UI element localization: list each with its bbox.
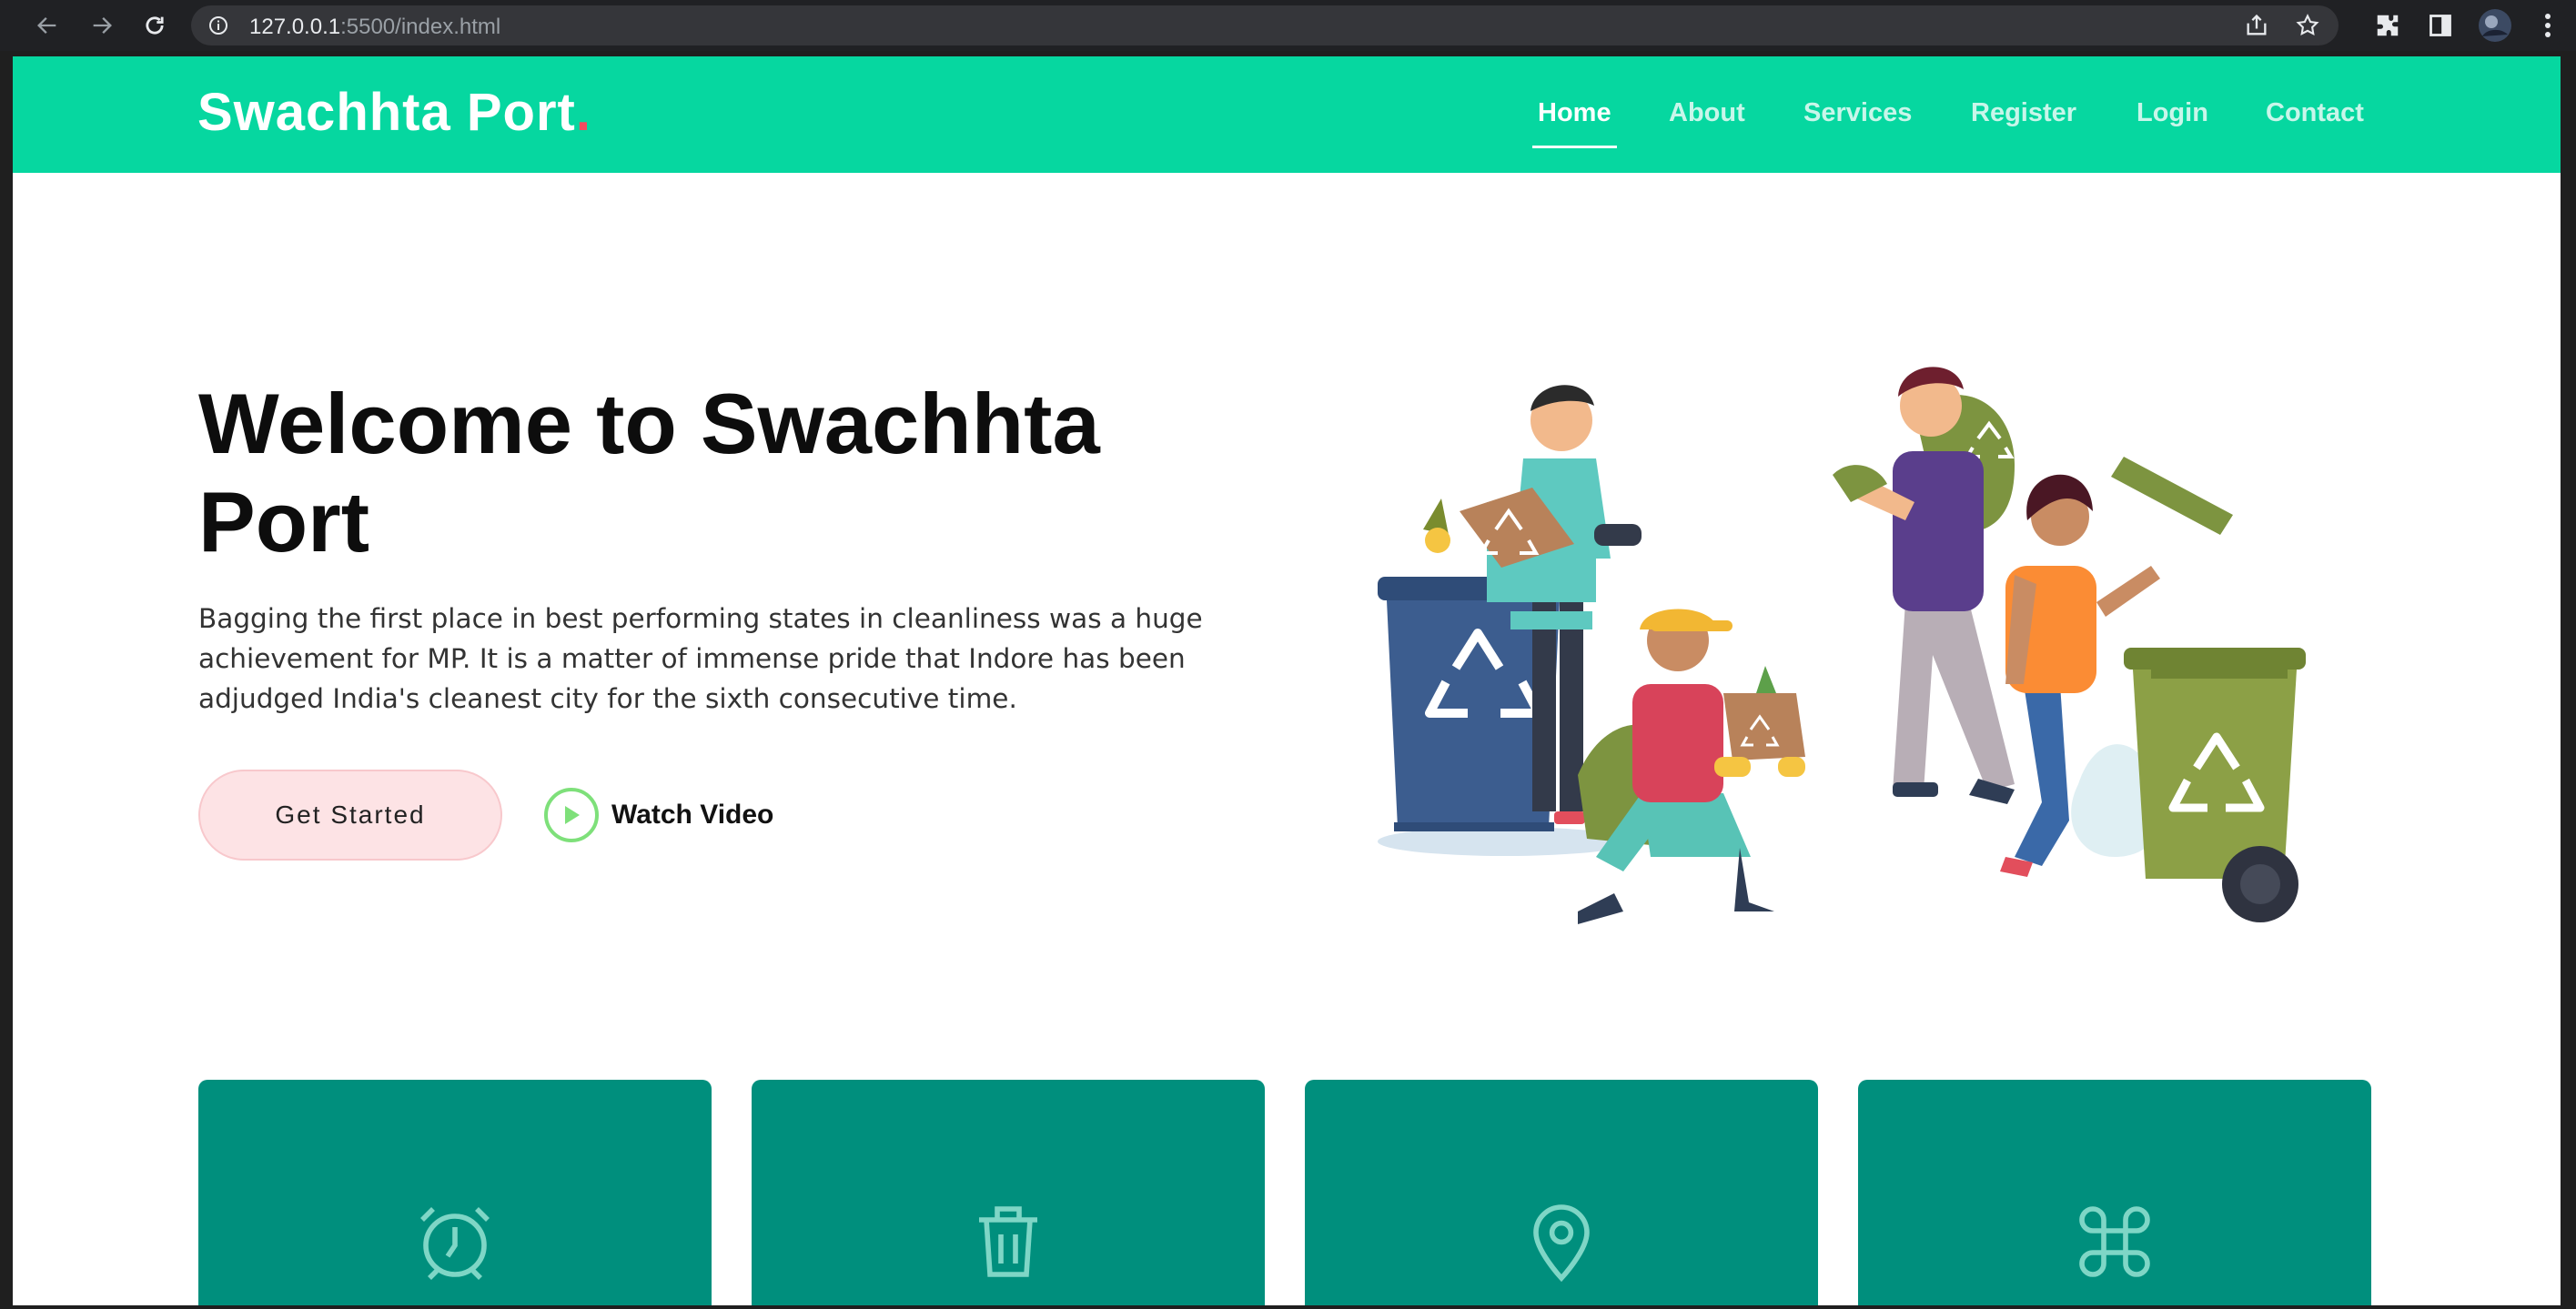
browser-menu-icon[interactable] xyxy=(2530,7,2566,44)
arrow-left-icon xyxy=(37,17,56,34)
hero-description: Bagging the first place in best performi… xyxy=(198,603,1203,714)
hero-illustration xyxy=(1378,367,2306,924)
nav-login[interactable]: Login xyxy=(2137,98,2208,128)
arrow-right-icon xyxy=(93,17,112,34)
url-text: 127.0.0.1:5500/index.html xyxy=(249,15,500,40)
extensions-icon[interactable] xyxy=(2369,7,2406,44)
nav-contact[interactable]: Contact xyxy=(2266,98,2364,128)
map-pin-icon xyxy=(1305,1198,1818,1285)
reload-button[interactable] xyxy=(136,7,173,44)
share-icon[interactable] xyxy=(2238,7,2275,44)
avatar-icon xyxy=(2479,9,2511,42)
nav-home[interactable]: Home xyxy=(1532,98,1617,148)
watch-video-label: Watch Video xyxy=(611,800,774,830)
site-info-icon[interactable] xyxy=(207,15,229,41)
alarm-clock-icon xyxy=(198,1198,712,1285)
feature-card-3[interactable] xyxy=(1305,1080,1818,1305)
woman-kneeling xyxy=(1578,609,1805,924)
feature-card-1[interactable] xyxy=(198,1080,712,1305)
url-path: :5500/index.html xyxy=(340,15,501,39)
trash-bin-icon xyxy=(752,1198,1265,1285)
address-bar[interactable]: 127.0.0.1:5500/index.html xyxy=(191,5,2339,45)
get-started-label: Get Started xyxy=(275,801,426,829)
back-button[interactable] xyxy=(29,7,66,44)
hero-title: Welcome to Swachhta Port xyxy=(198,376,1100,569)
man-with-sack xyxy=(1833,367,2015,804)
play-icon xyxy=(544,788,599,842)
reload-icon xyxy=(146,16,164,35)
side-panel-icon[interactable] xyxy=(2422,7,2459,44)
watch-video-button[interactable]: Watch Video xyxy=(544,788,773,842)
command-icon xyxy=(1858,1198,2371,1285)
profile-avatar[interactable] xyxy=(2477,7,2513,44)
nav-about[interactable]: About xyxy=(1669,98,1745,128)
get-started-button[interactable]: Get Started xyxy=(198,770,502,861)
site-header: Swachhta Port. Home About Services Regis… xyxy=(13,56,2561,173)
forward-button[interactable] xyxy=(84,7,120,44)
feature-card-2[interactable] xyxy=(752,1080,1265,1305)
url-host: 127.0.0.1 xyxy=(249,15,341,39)
feature-card-4[interactable] xyxy=(1858,1080,2371,1305)
page-viewport: Swachhta Port. Home About Services Regis… xyxy=(13,56,2561,1305)
main-nav: Home About Services Register Login Conta… xyxy=(13,98,2561,148)
bookmark-star-icon[interactable] xyxy=(2289,7,2326,44)
nav-services[interactable]: Services xyxy=(1803,98,1912,128)
nav-register[interactable]: Register xyxy=(1971,98,2076,128)
browser-toolbar: 127.0.0.1:5500/index.html xyxy=(0,0,2576,51)
green-recycle-bin xyxy=(2111,457,2306,922)
